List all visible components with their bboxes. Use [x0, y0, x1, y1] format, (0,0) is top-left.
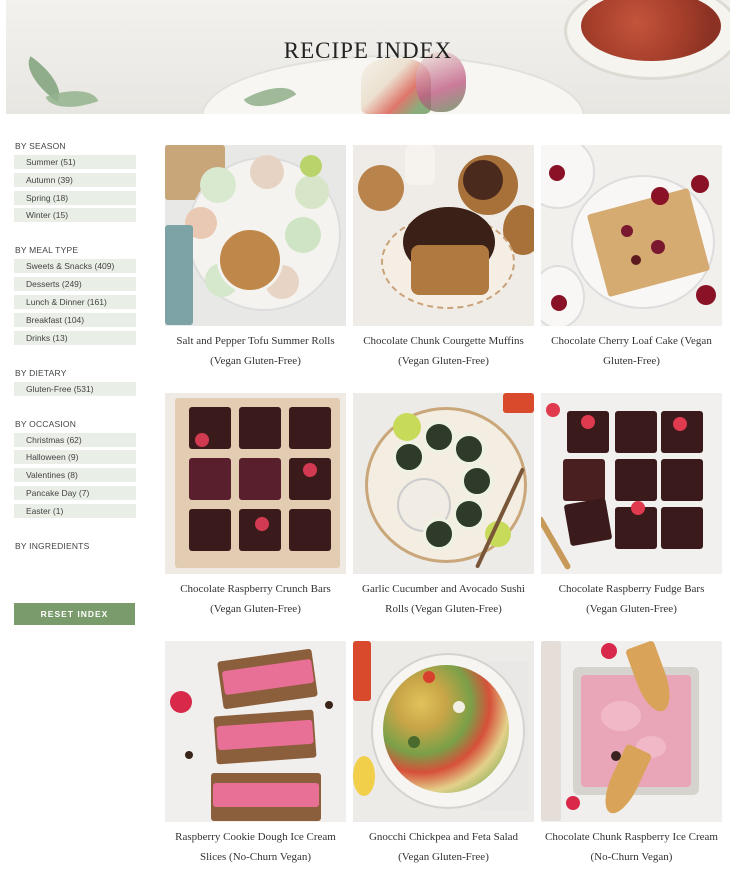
filter-sidebar: BY SEASON Summer (51) Autumn (39) Spring… — [14, 140, 136, 574]
recipe-card[interactable]: Chocolate Raspberry Crunch Bars (Vegan G… — [165, 393, 346, 619]
recipe-title-line[interactable]: Rolls (Vegan Gluten-Free) — [344, 599, 544, 619]
filter-group-title[interactable]: BY OCCASION — [15, 418, 136, 430]
recipe-card[interactable]: Gnocchi Chickpea and Feta Salad (Vegan G… — [353, 641, 534, 867]
filter-summer[interactable]: Summer (51) — [14, 155, 136, 169]
hero-banner: RECIPE INDEX — [6, 0, 730, 114]
recipe-title[interactable]: Salt and Pepper Tofu Summer Rolls (Vegan… — [156, 331, 356, 371]
filter-breakfast[interactable]: Breakfast (104) — [14, 312, 136, 327]
recipe-image-summer-rolls[interactable] — [165, 145, 346, 326]
recipe-image-muffins[interactable] — [353, 145, 534, 326]
filter-desserts[interactable]: Desserts (249) — [14, 277, 136, 292]
recipe-image-cookie-dough-slices[interactable] — [165, 641, 346, 822]
filter-pancake-day[interactable]: Pancake Day (7) — [14, 485, 136, 500]
filter-lunch-dinner[interactable]: Lunch & Dinner (161) — [14, 294, 136, 309]
recipe-title-line[interactable]: (Vegan Gluten-Free) — [344, 351, 544, 371]
recipe-title[interactable]: Garlic Cucumber and Avocado Sushi Rolls … — [344, 579, 544, 619]
filter-group-title[interactable]: BY SEASON — [15, 140, 136, 152]
recipe-title-line[interactable]: Chocolate Raspberry Crunch Bars — [156, 579, 356, 599]
filter-gluten-free[interactable]: Gluten-Free (531) — [14, 381, 136, 396]
recipe-title-line[interactable]: Chocolate Cherry Loaf Cake (Vegan — [532, 331, 732, 351]
recipe-title[interactable]: Chocolate Raspberry Fudge Bars (Vegan Gl… — [532, 579, 732, 619]
recipe-title-line[interactable]: Raspberry Cookie Dough Ice Cream — [156, 827, 356, 847]
recipe-card[interactable]: Chocolate Cherry Loaf Cake (Vegan Gluten… — [541, 145, 722, 371]
recipe-card[interactable]: Garlic Cucumber and Avocado Sushi Rolls … — [353, 393, 534, 619]
filter-autumn[interactable]: Autumn (39) — [14, 172, 136, 187]
recipe-image-gnocchi-salad[interactable] — [353, 641, 534, 822]
recipe-card[interactable]: Chocolate Raspberry Fudge Bars (Vegan Gl… — [541, 393, 722, 619]
filter-spring[interactable]: Spring (18) — [14, 190, 136, 205]
recipe-image-fudge-bars[interactable] — [541, 393, 722, 574]
recipe-title[interactable]: Chocolate Cherry Loaf Cake (Vegan Gluten… — [532, 331, 732, 371]
recipe-image-sushi-rolls[interactable] — [353, 393, 534, 574]
recipe-title-line[interactable]: Chocolate Chunk Raspberry Ice Cream — [532, 827, 732, 847]
recipe-title-line[interactable]: Chocolate Raspberry Fudge Bars — [532, 579, 732, 599]
filter-easter[interactable]: Easter (1) — [14, 503, 136, 518]
filter-group-title[interactable]: BY MEAL TYPE — [15, 244, 136, 256]
recipe-title-line[interactable]: Chocolate Chunk Courgette Muffins — [344, 331, 544, 351]
recipe-image-cherry-loaf[interactable] — [541, 145, 722, 326]
recipe-card[interactable]: Chocolate Chunk Raspberry Ice Cream (No-… — [541, 641, 722, 867]
page-title: RECIPE INDEX — [283, 38, 453, 63]
recipe-title[interactable]: Raspberry Cookie Dough Ice Cream Slices … — [156, 827, 356, 867]
filter-group-title[interactable]: BY DIETARY — [15, 367, 136, 379]
reset-index-button[interactable]: RESET INDEX — [14, 603, 135, 625]
recipe-title-line[interactable]: Garlic Cucumber and Avocado Sushi — [344, 579, 544, 599]
filter-winter[interactable]: Winter (15) — [14, 208, 136, 223]
recipe-image-crunch-bars[interactable] — [165, 393, 346, 574]
recipe-title-line[interactable]: Gluten-Free) — [532, 351, 732, 371]
recipe-title-line[interactable]: (Vegan Gluten-Free) — [532, 599, 732, 619]
recipe-title[interactable]: Chocolate Chunk Courgette Muffins (Vegan… — [344, 331, 544, 371]
recipe-title-line[interactable]: Gnocchi Chickpea and Feta Salad — [344, 827, 544, 847]
recipe-title[interactable]: Chocolate Raspberry Crunch Bars (Vegan G… — [156, 579, 356, 619]
recipe-title[interactable]: Gnocchi Chickpea and Feta Salad (Vegan G… — [344, 827, 544, 867]
filter-group-season: BY SEASON Summer (51) Autumn (39) Spring… — [14, 140, 136, 223]
filter-valentines[interactable]: Valentines (8) — [14, 468, 136, 483]
filter-group-dietary: BY DIETARY Gluten-Free (531) — [14, 367, 136, 396]
recipe-card[interactable]: Raspberry Cookie Dough Ice Cream Slices … — [165, 641, 346, 867]
recipe-title-line[interactable]: Slices (No-Churn Vegan) — [156, 847, 356, 867]
filter-sweets-snacks[interactable]: Sweets & Snacks (409) — [14, 259, 136, 274]
recipe-title-line[interactable]: (Vegan Gluten-Free) — [156, 351, 356, 371]
recipe-title-line[interactable]: Salt and Pepper Tofu Summer Rolls — [156, 331, 356, 351]
recipe-title-line[interactable]: (Vegan Gluten-Free) — [156, 599, 356, 619]
recipe-card[interactable]: Salt and Pepper Tofu Summer Rolls (Vegan… — [165, 145, 346, 371]
recipe-image-raspberry-ice-cream[interactable] — [541, 641, 722, 822]
filter-group-title[interactable]: BY INGREDIENTS — [15, 540, 136, 552]
recipe-title[interactable]: Chocolate Chunk Raspberry Ice Cream (No-… — [532, 827, 732, 867]
recipe-title-line[interactable]: (Vegan Gluten-Free) — [344, 847, 544, 867]
filter-drinks[interactable]: Drinks (13) — [14, 330, 136, 345]
filter-group-ingredients: BY INGREDIENTS — [14, 540, 136, 552]
filter-christmas[interactable]: Christmas (62) — [14, 432, 136, 447]
recipe-card[interactable]: Chocolate Chunk Courgette Muffins (Vegan… — [353, 145, 534, 371]
filter-group-meal-type: BY MEAL TYPE Sweets & Snacks (409) Desse… — [14, 244, 136, 345]
filter-group-occasion: BY OCCASION Christmas (62) Halloween (9)… — [14, 418, 136, 518]
recipe-title-line[interactable]: (No-Churn Vegan) — [532, 847, 732, 867]
filter-halloween[interactable]: Halloween (9) — [14, 450, 136, 465]
